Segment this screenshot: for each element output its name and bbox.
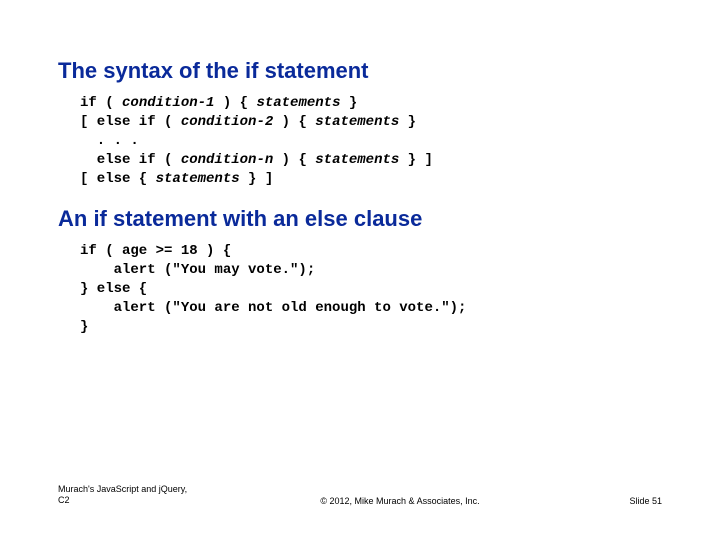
heading-syntax: The syntax of the if statement xyxy=(58,58,662,84)
syntax-l3: . . . xyxy=(80,133,139,149)
footer-book-title: Murach's JavaScript and jQuery, xyxy=(58,484,218,495)
syntax-l2b: condition-2 xyxy=(181,114,273,130)
syntax-l1e: } xyxy=(340,95,357,111)
code-example: if ( age >= 18 ) { alert ("You may vote.… xyxy=(80,242,662,336)
syntax-l1a: if ( xyxy=(80,95,122,111)
syntax-l2e: } xyxy=(399,114,416,130)
ex-l1: if ( age >= 18 ) { xyxy=(80,243,231,259)
syntax-l5c: } ] xyxy=(240,171,274,187)
syntax-l4d: statements xyxy=(315,152,399,168)
syntax-l1c: ) { xyxy=(214,95,256,111)
heading-example: An if statement with an else clause xyxy=(58,206,662,232)
syntax-l4b: condition-n xyxy=(181,152,273,168)
footer-left: Murach's JavaScript and jQuery, C2 xyxy=(58,484,218,506)
syntax-l5a: [ else { xyxy=(80,171,156,187)
footer-slide-number: Slide 51 xyxy=(582,496,662,506)
footer-chapter: C2 xyxy=(58,495,218,506)
syntax-l1d: statements xyxy=(256,95,340,111)
syntax-l5b: statements xyxy=(156,171,240,187)
ex-l4: alert ("You are not old enough to vote."… xyxy=(80,300,466,316)
footer-copyright: © 2012, Mike Murach & Associates, Inc. xyxy=(218,496,582,506)
ex-l2: alert ("You may vote."); xyxy=(80,262,315,278)
syntax-l4a: else if ( xyxy=(80,152,181,168)
syntax-l4c: ) { xyxy=(273,152,315,168)
code-syntax: if ( condition-1 ) { statements } [ else… xyxy=(80,94,662,188)
ex-l3: } else { xyxy=(80,281,147,297)
syntax-l4e: } ] xyxy=(399,152,433,168)
syntax-l2d: statements xyxy=(315,114,399,130)
slide: The syntax of the if statement if ( cond… xyxy=(0,0,720,540)
ex-l5: } xyxy=(80,319,88,335)
syntax-l2c: ) { xyxy=(273,114,315,130)
footer: Murach's JavaScript and jQuery, C2 © 201… xyxy=(58,484,662,506)
syntax-l2a: [ else if ( xyxy=(80,114,181,130)
syntax-l1b: condition-1 xyxy=(122,95,214,111)
